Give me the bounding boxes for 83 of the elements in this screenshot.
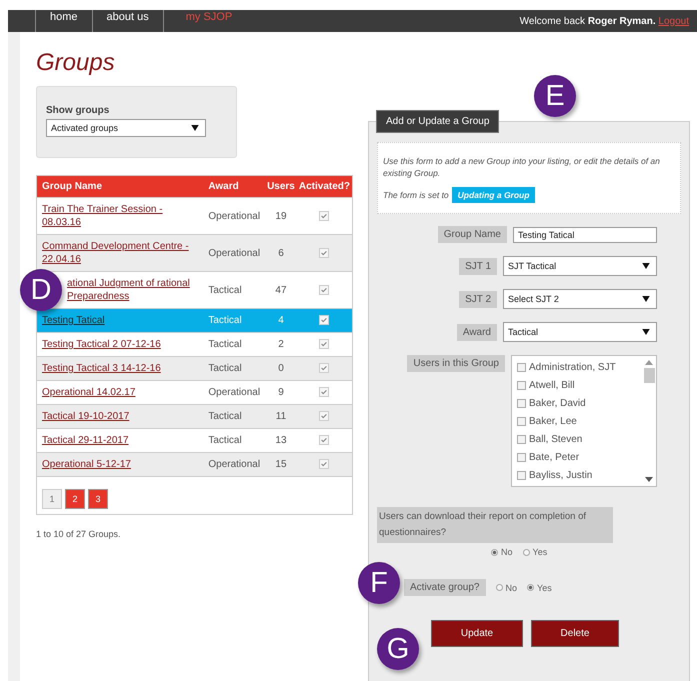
column-header: Users [265,176,297,198]
radio-label: No [501,547,513,557]
checkbox[interactable] [517,452,526,462]
award-text: Operational [208,248,260,258]
user-name: Ball, Steven [529,434,582,444]
filter-label: Show groups [46,105,110,116]
radio-button[interactable] [522,548,530,556]
field-label: SJT 2 [459,290,497,308]
checkbox[interactable] [517,398,526,408]
group-link[interactable]: Operational 14.02.17 [42,386,198,399]
page-title: Groups [36,49,116,78]
radio-button[interactable] [527,584,534,591]
user-count: 19 [275,210,287,222]
user-count: 13 [275,435,287,446]
award-text: Operational [208,387,260,398]
user-count: 15 [275,459,287,470]
award-text: Tactical [208,363,242,374]
caret-icon [642,263,650,269]
radio-label: No [506,582,518,592]
user-name: Baker, David [529,398,586,408]
caret-icon [191,125,199,131]
page-button[interactable]: 3 [88,489,108,509]
award-text: Tactical [208,435,242,446]
radio-label: Yes [537,582,552,592]
form-tab[interactable]: Add or Update a Group [376,110,500,133]
radio-label: Yes [532,547,548,557]
action-button[interactable]: Update [431,620,523,647]
user-count: 2 [278,339,284,350]
user-name: Bate, Peter [529,452,580,462]
caret-icon [642,296,650,302]
group-link[interactable]: Testing Tactical 2 07-12-16 [42,338,198,351]
intro-text: Use this form to add a new Group into your listing, or edit the details of an existing Group. [383,155,661,179]
mode-label: The form is set to [383,190,449,200]
text-field[interactable]: Testing Tatical [513,226,657,242]
welcome-text: Welcome back Roger Ryman. [520,16,656,26]
award-text: Tactical [208,411,242,422]
radio-button[interactable] [496,584,502,591]
checkbox[interactable] [517,416,526,426]
user-count: 6 [278,248,284,258]
column-header: Activated? [296,176,352,198]
dropdown[interactable]: SJT Tactical [503,256,657,276]
scroll-down-arrow-icon[interactable] [645,477,653,482]
user-count: 47 [275,284,287,296]
group-link[interactable]: Train The Trainer Session - 08.03.16 [42,203,198,229]
download-question: Users can download their report on completion of questionnaires? [377,507,613,543]
results-summary: 1 to 10 of 27 Groups. [36,529,122,539]
groups-dropdown[interactable]: Activated groups [46,119,206,137]
field-label: SJT 1 [459,258,497,274]
group-link[interactable]: Tactical 29-11-2017 [42,434,198,447]
user-count: 4 [278,315,284,326]
column-header: Group Name [37,176,204,198]
checkbox[interactable] [517,362,526,372]
user-name: Administration, SJT [529,362,616,372]
award-text: Tactical [208,284,242,296]
group-link[interactable]: ational Judgment of rational Preparedness [67,277,198,303]
user-count: 11 [276,411,286,422]
page-button[interactable]: 2 [65,489,85,509]
mode-badge: Updating a Group [452,187,536,203]
activate-label: Activate group? [404,579,486,596]
award-text: Operational [208,210,260,222]
field-label: Users in this Group [407,355,505,372]
scrollbar-thumb[interactable] [644,368,654,383]
field-label: Group Name [438,226,507,243]
page-button[interactable]: 1 [42,489,62,509]
user-name: Bayliss, Justin [529,470,592,480]
dropdown[interactable]: Select SJT 2 [503,289,657,309]
checkbox[interactable] [517,434,526,444]
dropdown[interactable]: Tactical [503,322,657,342]
checkbox[interactable] [517,470,526,480]
user-name: Baker, Lee [529,416,577,426]
award-text: Operational [208,459,260,470]
caret-icon [642,329,650,335]
user-count: 9 [278,387,284,398]
user-count: 0 [278,363,284,374]
radio-button[interactable] [491,548,498,556]
user-name: Atwell, Bill [529,380,575,390]
scroll-up-arrow-icon[interactable] [645,360,653,365]
award-text: Tactical [208,315,242,326]
checkbox[interactable] [517,380,526,390]
field-label: Award [456,324,497,340]
action-button[interactable]: Delete [531,620,619,647]
award-text: Tactical [208,339,242,350]
column-header: Award [203,176,266,198]
